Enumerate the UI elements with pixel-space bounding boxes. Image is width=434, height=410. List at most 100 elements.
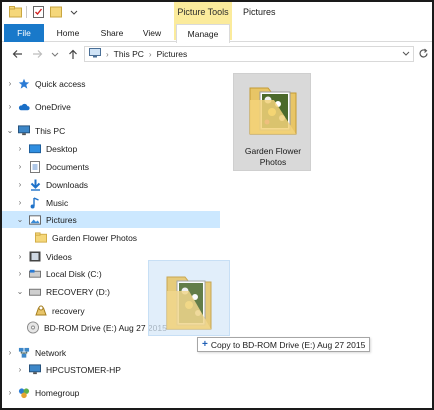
sidebar-item-label: Documents xyxy=(46,161,89,172)
file-list: Garden Flower Photos xyxy=(222,68,432,408)
sidebar-item-label: HPCUSTOMER-HP xyxy=(46,364,121,375)
tab-manage[interactable]: Manage xyxy=(176,24,230,43)
tab-view[interactable]: View xyxy=(134,24,170,42)
collapse-chevron-icon[interactable]: ⌄ xyxy=(15,215,25,224)
file-explorer-window: Picture Tools Pictures File Home Share V… xyxy=(0,0,434,410)
contextual-tab-label: Picture Tools xyxy=(177,7,229,17)
drive-icon xyxy=(29,268,41,280)
sidebar-item-downloads[interactable]: › Downloads xyxy=(2,176,220,193)
photo-folder-icon xyxy=(249,87,297,135)
expand-chevron-icon[interactable]: › xyxy=(15,365,25,374)
expand-chevron-icon[interactable]: › xyxy=(15,252,25,261)
title-bar: Picture Tools Pictures xyxy=(2,2,432,40)
quick-access-toolbar xyxy=(8,5,81,19)
expand-chevron-icon[interactable]: › xyxy=(5,388,15,397)
sidebar-item-label: recovery xyxy=(52,305,85,316)
drag-preview xyxy=(148,260,230,336)
pc-location-icon xyxy=(89,48,101,60)
chevron-right-icon[interactable]: › xyxy=(106,50,109,59)
properties-icon[interactable] xyxy=(31,5,45,19)
expand-chevron-icon[interactable]: › xyxy=(15,144,25,153)
up-arrow-icon xyxy=(69,49,77,59)
sidebar-item-label: Garden Flower Photos xyxy=(52,232,138,243)
desktop-icon xyxy=(29,143,41,155)
breadcrumb-pictures[interactable]: Pictures xyxy=(157,49,188,59)
sidebar-item-label: Desktop xyxy=(46,143,78,154)
navigation-bar: › This PC › Pictures xyxy=(2,43,432,65)
folder-name: Garden Flower Photos xyxy=(244,146,302,167)
drive-icon xyxy=(29,286,41,298)
download-icon xyxy=(29,179,41,191)
new-folder-icon[interactable] xyxy=(49,5,63,19)
chevron-down-icon xyxy=(51,52,59,57)
back-arrow-icon xyxy=(12,50,22,58)
chevron-down-icon xyxy=(402,51,410,56)
sidebar-item-label: Videos xyxy=(46,251,72,262)
refresh-icon xyxy=(418,48,428,58)
disc-icon xyxy=(27,321,39,334)
sidebar-item-label: Network xyxy=(35,347,67,358)
chevron-right-icon[interactable]: › xyxy=(149,50,152,59)
drag-tooltip-text: Copy to BD-ROM Drive (E:) Aug 27 2015 xyxy=(210,339,366,350)
refresh-button[interactable] xyxy=(417,48,429,60)
sidebar-item-homegroup[interactable]: › Homegroup xyxy=(2,384,220,401)
sidebar-item-label: This PC xyxy=(35,125,66,136)
back-button[interactable] xyxy=(10,47,24,61)
folder-item-garden-flower-photos[interactable]: Garden Flower Photos xyxy=(233,73,311,171)
sidebar-item-label: RECOVERY (D:) xyxy=(46,286,110,297)
sidebar-item-pictures[interactable]: ⌄ Pictures xyxy=(2,211,220,228)
documents-icon xyxy=(29,160,41,173)
explorer-icon xyxy=(8,5,22,19)
network-icon xyxy=(18,347,30,359)
expand-chevron-icon[interactable]: › xyxy=(5,348,15,357)
sidebar-item-label: Homegroup xyxy=(35,387,80,398)
sidebar-item-quick-access[interactable]: › Quick access xyxy=(2,75,220,92)
forward-arrow-icon xyxy=(32,50,42,58)
sidebar-item-garden-flower-photos[interactable]: Garden Flower Photos xyxy=(2,229,220,246)
tab-home[interactable]: Home xyxy=(48,24,88,42)
computer-icon xyxy=(18,125,30,137)
sidebar-item-label: OneDrive xyxy=(35,101,71,112)
expand-chevron-icon[interactable]: › xyxy=(15,180,25,189)
breadcrumb-this-pc[interactable]: This PC xyxy=(114,49,144,59)
expand-chevron-icon[interactable]: › xyxy=(5,79,15,88)
star-icon xyxy=(18,78,30,90)
sidebar-item-label: Pictures xyxy=(46,214,77,225)
up-button[interactable] xyxy=(66,47,80,61)
homegroup-icon xyxy=(18,387,30,399)
address-history-button[interactable] xyxy=(402,49,410,59)
recovery-icon xyxy=(35,305,47,317)
drag-tooltip: + Copy to BD-ROM Drive (E:) Aug 27 2015 xyxy=(197,337,371,352)
address-bar[interactable]: › This PC › Pictures xyxy=(84,46,414,62)
forward-button[interactable] xyxy=(30,47,44,61)
expand-chevron-icon[interactable]: › xyxy=(15,269,25,278)
sidebar-item-label: Quick access xyxy=(35,78,86,89)
pictures-icon xyxy=(29,214,41,226)
sidebar-item-documents[interactable]: › Documents xyxy=(2,158,220,175)
music-icon xyxy=(29,196,41,209)
expand-chevron-icon[interactable]: › xyxy=(15,162,25,171)
divider xyxy=(26,6,27,18)
sidebar-item-this-pc[interactable]: ⌄ This PC xyxy=(2,122,220,139)
folder-icon xyxy=(35,232,47,244)
collapse-chevron-icon[interactable]: ⌄ xyxy=(15,287,25,296)
sidebar-item-hpcustomer-hp[interactable]: › HPCUSTOMER-HP xyxy=(2,361,220,378)
sidebar-item-network[interactable]: › Network xyxy=(2,344,220,361)
plus-icon: + xyxy=(202,339,208,350)
tab-file[interactable]: File xyxy=(4,24,44,42)
sidebar-item-label: Downloads xyxy=(46,179,89,190)
sidebar-item-desktop[interactable]: › Desktop xyxy=(2,140,220,157)
sidebar-item-music[interactable]: › Music xyxy=(2,194,220,211)
collapse-chevron-icon[interactable]: ⌄ xyxy=(5,126,15,135)
navigation-pane: › Quick access › OneDrive ⌄ This PC › De… xyxy=(2,68,220,408)
sidebar-item-label: Local Disk (C:) xyxy=(46,268,102,279)
customize-qat-icon[interactable] xyxy=(67,5,81,19)
sidebar-item-onedrive[interactable]: › OneDrive xyxy=(2,98,220,115)
expand-chevron-icon[interactable]: › xyxy=(15,198,25,207)
sidebar-item-label: Music xyxy=(46,197,69,208)
window-title: Pictures xyxy=(243,7,276,17)
recent-locations-button[interactable] xyxy=(48,47,62,61)
expand-chevron-icon[interactable]: › xyxy=(5,102,15,111)
tab-share[interactable]: Share xyxy=(92,24,132,42)
videos-icon xyxy=(29,251,41,263)
